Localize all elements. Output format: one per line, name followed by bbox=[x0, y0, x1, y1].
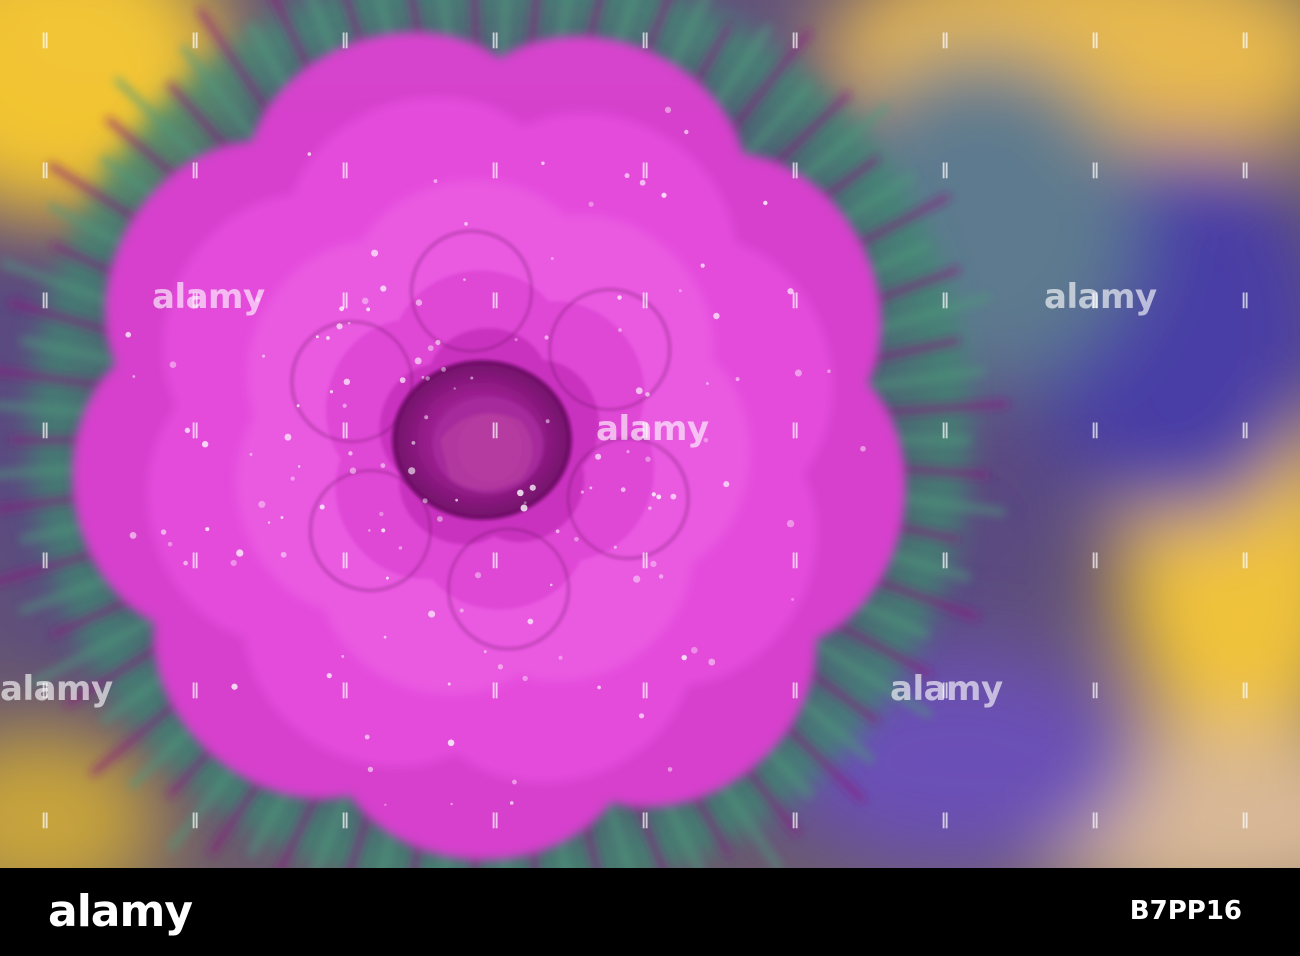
watermark-text: alamy bbox=[596, 409, 709, 449]
watermark-mark-icon: ∥ bbox=[791, 290, 799, 309]
watermark-mark-icon: ∥ bbox=[491, 160, 499, 179]
watermark-mark-icon: ∥ bbox=[791, 810, 799, 829]
watermark-mark-icon: ∥ bbox=[41, 680, 49, 699]
watermark-mark-icon: ∥ bbox=[1091, 30, 1099, 49]
watermark-mark-icon: ∥ bbox=[491, 550, 499, 569]
watermark-mark-icon: ∥ bbox=[641, 30, 649, 49]
alamy-logo: alamy bbox=[48, 886, 193, 937]
watermark-mark-icon: ∥ bbox=[941, 160, 949, 179]
stock-photo-page: alamy alamy alamy alamy alamy ∥ ∥ ∥ ∥ ∥ ∥ ∥ ∥ ∥ ∥… bbox=[0, 0, 1300, 956]
image-id: B7PP16 bbox=[1129, 896, 1242, 926]
watermark-mark-icon: ∥ bbox=[191, 420, 199, 439]
watermark-text: alamy bbox=[0, 669, 113, 709]
watermark-mark-icon: ∥ bbox=[941, 30, 949, 49]
watermark-mark-icon: ∥ bbox=[791, 160, 799, 179]
watermark-mark-icon: ∥ bbox=[491, 290, 499, 309]
watermark-mark-icon: ∥ bbox=[791, 680, 799, 699]
watermark-mark-icon: ∥ bbox=[941, 810, 949, 829]
watermark-text: alamy bbox=[152, 277, 265, 317]
watermark-mark-icon: ∥ bbox=[1091, 290, 1099, 309]
watermark-mark-icon: ∥ bbox=[1241, 30, 1249, 49]
watermark-mark-icon: ∥ bbox=[1241, 290, 1249, 309]
watermark-mark-icon: ∥ bbox=[1241, 160, 1249, 179]
watermark-mark-icon: ∥ bbox=[791, 550, 799, 569]
watermark-mark-icon: ∥ bbox=[641, 550, 649, 569]
watermark-mark-icon: ∥ bbox=[191, 680, 199, 699]
watermark-mark-icon: ∥ bbox=[941, 290, 949, 309]
watermark-mark-icon: ∥ bbox=[491, 420, 499, 439]
watermark-mark-icon: ∥ bbox=[41, 290, 49, 309]
watermark-mark-icon: ∥ bbox=[1241, 680, 1249, 699]
watermark-mark-icon: ∥ bbox=[341, 290, 349, 309]
watermark-mark-icon: ∥ bbox=[191, 810, 199, 829]
watermark-mark-icon: ∥ bbox=[941, 680, 949, 699]
watermark-mark-icon: ∥ bbox=[1091, 680, 1099, 699]
watermark-mark-icon: ∥ bbox=[191, 550, 199, 569]
watermark-mark-icon: ∥ bbox=[1241, 420, 1249, 439]
watermark-mark-icon: ∥ bbox=[791, 420, 799, 439]
watermark-mark-icon: ∥ bbox=[491, 30, 499, 49]
watermark-mark-icon: ∥ bbox=[341, 30, 349, 49]
watermark-mark-icon: ∥ bbox=[341, 550, 349, 569]
watermark-mark-icon: ∥ bbox=[491, 810, 499, 829]
watermark-mark-icon: ∥ bbox=[191, 30, 199, 49]
watermark-mark-icon: ∥ bbox=[491, 680, 499, 699]
watermark-mark-icon: ∥ bbox=[641, 810, 649, 829]
watermark-mark-icon: ∥ bbox=[41, 160, 49, 179]
footer-bar: alamy B7PP16 bbox=[0, 868, 1300, 956]
watermark-mark-icon: ∥ bbox=[641, 160, 649, 179]
watermark-mark-icon: ∥ bbox=[341, 160, 349, 179]
watermark-mark-icon: ∥ bbox=[41, 550, 49, 569]
watermark-mark-icon: ∥ bbox=[941, 550, 949, 569]
watermark-mark-icon: ∥ bbox=[791, 30, 799, 49]
watermark-mark-icon: ∥ bbox=[41, 810, 49, 829]
watermark-mark-icon: ∥ bbox=[641, 420, 649, 439]
watermark-mark-icon: ∥ bbox=[1091, 810, 1099, 829]
watermark-mark-icon: ∥ bbox=[341, 810, 349, 829]
watermark-mark-icon: ∥ bbox=[641, 290, 649, 309]
watermark-mark-icon: ∥ bbox=[1091, 550, 1099, 569]
watermark-mark-icon: ∥ bbox=[1241, 550, 1249, 569]
watermark-mark-icon: ∥ bbox=[941, 420, 949, 439]
watermark-mark-icon: ∥ bbox=[191, 290, 199, 309]
watermark-mark-icon: ∥ bbox=[341, 680, 349, 699]
watermark-mark-icon: ∥ bbox=[1091, 160, 1099, 179]
watermark-mark-icon: ∥ bbox=[191, 160, 199, 179]
watermark-mark-icon: ∥ bbox=[341, 420, 349, 439]
watermark-mark-icon: ∥ bbox=[1241, 810, 1249, 829]
watermark-mark-icon: ∥ bbox=[641, 680, 649, 699]
watermark-mark-icon: ∥ bbox=[41, 420, 49, 439]
watermark-mark-icon: ∥ bbox=[1091, 420, 1099, 439]
watermark-mark-icon: ∥ bbox=[41, 30, 49, 49]
watermark-text: alamy bbox=[1044, 277, 1157, 317]
ornamental-cabbage-photo: alamy alamy alamy alamy alamy ∥ ∥ ∥ ∥ ∥ ∥ ∥ ∥ ∥ ∥… bbox=[0, 0, 1300, 868]
